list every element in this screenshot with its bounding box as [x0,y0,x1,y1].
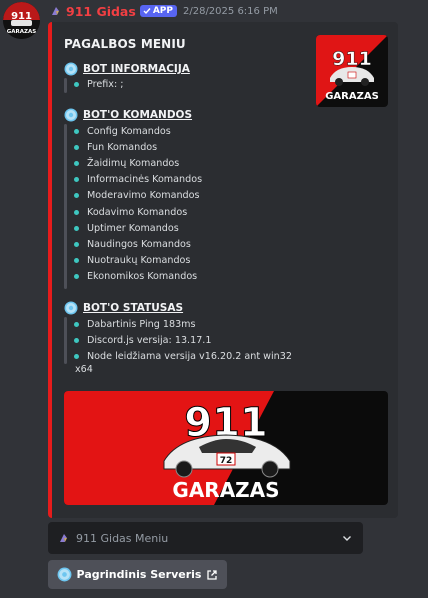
command-select-menu[interactable]: 911 Gidas Meniu [48,522,363,554]
bullet-dot [74,193,79,199]
bullet-dot [74,241,79,247]
svg-text:GARAZAS: GARAZAS [325,91,379,102]
main-server-link-button[interactable]: Pagrindinis Serveris [48,560,227,589]
quote-bar [64,78,67,93]
gear-badge-icon [64,108,78,122]
embed-title: PAGALBOS MENIU [64,37,186,51]
field-commands-label: BOT'O KOMANDOS [83,109,193,121]
list-item: Config Komandos [74,123,202,139]
checkmark-icon [143,8,151,15]
gear-badge-icon [57,567,72,582]
svg-text:72: 72 [220,456,233,466]
svg-text:GARAZAS: GARAZAS [7,29,37,35]
bullet-dot [74,225,79,231]
app-badge-label: APP [152,6,173,16]
field-bot-info: BOT INFORMACIJA [64,62,190,76]
quote-bar [64,124,67,289]
list-item: Informacinės Komandos [74,172,202,188]
bullet-dot [74,81,79,87]
list-item: Fun Komandos [74,139,202,155]
list-item: Moderavimo Komandos [74,188,202,204]
gear-badge-icon [64,301,78,315]
chevron-down-icon [343,536,351,541]
field-status-label: BOT'O STATUSAS [83,302,184,314]
field-status: BOT'O STATUSAS [64,301,183,315]
app-badge: APP [139,5,177,17]
list-item: Naudingos Komandos [74,236,202,252]
bullet-dot [74,337,79,343]
link-button-label: Pagrindinis Serveris [76,568,202,581]
field-bot-info-label: BOT INFORMACIJA [83,63,190,75]
embed-thumbnail[interactable]: 911 GARAZAS [316,35,388,107]
list-item: Kodavimo Komandos [74,204,202,220]
list-item: Uptimer Komandos [74,220,202,236]
bullet-dot [74,144,79,150]
bullet-dot [74,128,79,134]
svg-text:911: 911 [332,48,372,70]
bullet-dot [74,274,79,280]
list-item: Prefix: ; [74,76,124,92]
gear-badge-icon [64,62,78,76]
status-overflow-text: x64 [75,364,93,375]
help-embed: PAGALBOS MENIU 911 GARAZAS BOT INFORMACI… [48,22,398,518]
bullet-dot [74,353,79,359]
svg-text:GARAZAS: GARAZAS [172,478,279,502]
bot-emoji-icon [60,534,67,542]
timestamp: 2/28/2025 6:16 PM [182,5,278,17]
bot-avatar[interactable]: 911 GARAZAS [3,2,40,39]
list-item: Nuotraukų Komandos [74,253,202,269]
bullet-dot [74,177,79,183]
select-menu-placeholder: 911 Gidas Meniu [76,531,169,545]
field-commands: BOT'O KOMANDOS [64,108,192,122]
embed-banner-image[interactable]: 911 72 GARAZAS [64,391,388,505]
username[interactable]: 911 Gidas [66,4,136,19]
list-item: Node leidžiama versija v16.20.2 ant win3… [74,348,292,364]
bullet-dot [74,160,79,166]
status-list: Dabartinis Ping 183ms Discord.js versija… [74,316,292,365]
bullet-dot [74,321,79,327]
bullet-dot [74,209,79,215]
bot-emoji-icon [52,7,59,15]
external-link-icon [207,569,218,580]
bot-info-list: Prefix: ; [74,76,124,92]
commands-list: Config Komandos Fun Komandos Žaidimų Kom… [74,123,202,285]
quote-bar [64,317,67,364]
list-item: Dabartinis Ping 183ms [74,316,292,332]
list-item: Žaidimų Komandos [74,155,202,171]
message-header: 911 Gidas APP 2/28/2025 6:16 PM [50,3,278,19]
list-item: Discord.js versija: 13.17.1 [74,332,292,348]
bullet-dot [74,258,79,264]
list-item: Ekonomikos Komandos [74,269,202,285]
